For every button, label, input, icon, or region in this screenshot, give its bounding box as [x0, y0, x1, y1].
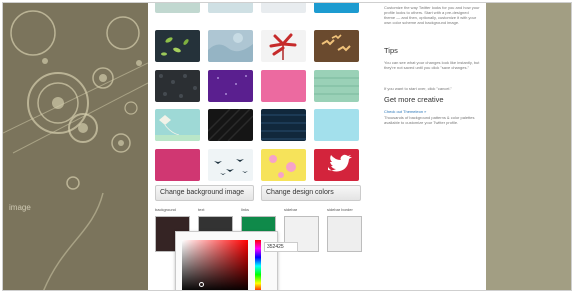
theme-tile-birds-sky[interactable]	[208, 149, 253, 181]
theme-tile-blue-texture[interactable]	[208, 30, 253, 62]
theme-tile-purple-stars[interactable]	[208, 70, 253, 102]
theme-tile-navy-stripes[interactable]	[261, 109, 306, 141]
flower-icon	[269, 33, 297, 60]
hex-input[interactable]: 352425	[264, 242, 298, 252]
picker-handle[interactable]	[199, 282, 204, 287]
stars-icon	[217, 75, 247, 95]
swatch-label-sidebar: sidebar	[284, 207, 298, 212]
birds-icon	[321, 34, 351, 52]
swatch-label-text: text	[198, 207, 205, 212]
twitter-bird-icon	[328, 154, 352, 172]
theme-tile-teal-kite[interactable]	[155, 109, 200, 141]
tips-heading: Tips	[384, 46, 398, 55]
swatch-label-links: links	[241, 207, 250, 212]
theme-tile-light-cyan[interactable]	[314, 109, 359, 141]
kite-icon	[155, 115, 200, 141]
change-background-image-button[interactable]: Change background image	[155, 185, 254, 201]
theme-tile-magenta[interactable]	[155, 149, 200, 181]
browser-frame: image Change background image Change des…	[2, 2, 572, 291]
background-watermark: image	[9, 203, 31, 212]
swatch-label-background: background	[155, 207, 176, 212]
theme-tile[interactable]	[314, 3, 359, 13]
theme-tile-yellow-flowers[interactable]	[261, 149, 306, 181]
theme-tile-black-diagonal[interactable]	[208, 109, 253, 141]
tips-text: You can see what your changes look like …	[384, 60, 480, 70]
swatch-label-sidebar-border: sidebar border	[327, 207, 353, 212]
theme-tile-pink[interactable]	[261, 70, 306, 102]
birds-icon	[214, 159, 248, 175]
theme-tile-birds-orange[interactable]	[314, 30, 359, 62]
profile-background-image: image	[3, 3, 148, 290]
flowers-icon	[269, 155, 296, 178]
gradient-icon	[155, 149, 200, 181]
theme-tile[interactable]	[261, 3, 306, 13]
texture-icon	[208, 33, 253, 62]
creative-heading: Get more creative	[384, 95, 444, 104]
hue-slider[interactable]	[255, 240, 261, 290]
intro-text: Customize the way Twitter looks for you …	[384, 5, 480, 25]
theme-tile[interactable]	[155, 3, 200, 13]
circles-decoration	[3, 3, 148, 290]
theme-tile-red-flower[interactable]	[261, 30, 306, 62]
leaves-icon	[161, 37, 189, 56]
theme-tile-green-pattern[interactable]	[314, 70, 359, 102]
background-right	[486, 3, 571, 290]
tips-cancel-text: If you want to start over, click "cancel…	[384, 86, 452, 91]
theme-tile-leaves[interactable]	[155, 30, 200, 62]
theme-tile-dark-dots[interactable]	[155, 70, 200, 102]
saturation-value-field[interactable]	[182, 240, 248, 290]
color-picker: 352425	[175, 231, 298, 290]
change-design-colors-button[interactable]: Change design colors	[261, 185, 361, 201]
theme-tile-red-bird[interactable]	[314, 149, 359, 181]
stripes-icon	[261, 114, 306, 140]
dots-icon	[159, 74, 197, 98]
themeleon-link[interactable]: Check out Themeleon »	[384, 109, 480, 114]
theme-tile[interactable]	[208, 3, 253, 13]
pattern-icon	[314, 77, 359, 95]
sidebar-border-color-swatch[interactable]	[327, 216, 362, 252]
creative-text: Thousands of background patterns & color…	[384, 115, 475, 125]
diagonal-icon	[208, 109, 253, 141]
design-settings-panel: Change background image Change design co…	[148, 3, 486, 290]
